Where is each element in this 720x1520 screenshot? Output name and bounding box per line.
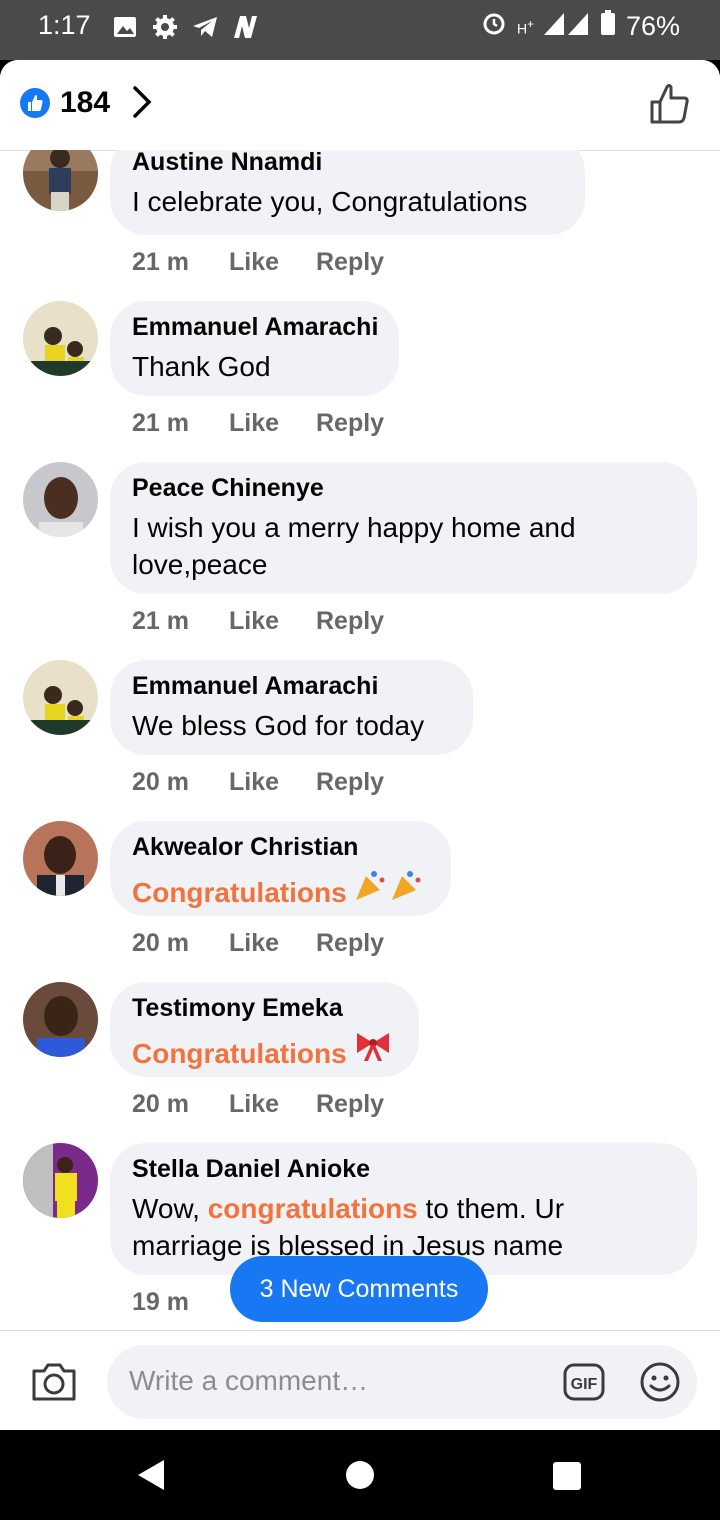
- notification-icons: [112, 14, 258, 40]
- comment-composer: Write a comment… GIF: [0, 1330, 720, 1430]
- like-link[interactable]: Like: [229, 409, 279, 438]
- avatar[interactable]: [23, 821, 98, 896]
- comment-text-line: love,peace: [132, 549, 268, 580]
- home-icon[interactable]: [345, 1460, 375, 1495]
- gif-icon[interactable]: GIF: [563, 1363, 605, 1401]
- comment-text: Thank God: [132, 351, 271, 382]
- alarm-icon: [481, 10, 507, 43]
- avatar[interactable]: [23, 982, 98, 1057]
- comment-time: 20 m: [132, 929, 189, 957]
- navigation-bar: [0, 1430, 720, 1520]
- comment-text-line: Wow, congratulations to them. Ur: [132, 1190, 564, 1227]
- like-link[interactable]: Like: [229, 768, 279, 797]
- n-app-icon: [232, 14, 258, 40]
- comment-author[interactable]: Stella Daniel Anioke: [132, 1155, 370, 1184]
- status-time: 1:17: [38, 10, 91, 40]
- comment-text: Congratulations: [132, 868, 428, 911]
- like-link[interactable]: Like: [229, 607, 279, 636]
- avatar[interactable]: [23, 301, 98, 376]
- comment-author[interactable]: Austine Nnamdi: [132, 150, 322, 177]
- comment-time: 20 m: [132, 768, 189, 796]
- like-link[interactable]: Like: [229, 248, 279, 277]
- recents-icon[interactable]: [552, 1461, 582, 1496]
- like-link[interactable]: Like: [229, 929, 279, 958]
- avatar[interactable]: [23, 150, 98, 211]
- comment-text-prefix: Wow,: [132, 1193, 208, 1224]
- signal-icon: [543, 11, 590, 42]
- avatar[interactable]: [23, 660, 98, 735]
- comment-highlight[interactable]: Congratulations: [132, 1038, 347, 1069]
- battery-percent: 76%: [625, 11, 680, 41]
- party-popper-emoji: [347, 871, 429, 908]
- comment-author[interactable]: Peace Chinenye: [132, 474, 324, 503]
- reply-link[interactable]: Reply: [316, 768, 384, 797]
- camera-icon[interactable]: [30, 1359, 78, 1403]
- comments-sheet: 184 Austine Nnamdi I celebrate you, Cong…: [0, 60, 720, 1430]
- avatar[interactable]: [23, 462, 98, 537]
- telegram-icon: [192, 14, 218, 40]
- comment-time: 21 m: [132, 248, 189, 276]
- comment-author[interactable]: Akwealor Christian: [132, 833, 358, 862]
- comment-time: 19 m: [132, 1288, 189, 1316]
- reply-link[interactable]: Reply: [316, 248, 384, 277]
- comment-bubble[interactable]: Austine Nnamdi I celebrate you, Congratu…: [110, 150, 585, 235]
- comment-bubble[interactable]: Testimony Emeka Congratulations: [110, 982, 419, 1077]
- reply-link[interactable]: Reply: [316, 409, 384, 438]
- comment-placeholder: Write a comment…: [129, 1365, 369, 1396]
- comment-bubble[interactable]: Akwealor Christian Congratulations: [110, 821, 451, 916]
- comment-input[interactable]: Write a comment… GIF: [107, 1345, 697, 1419]
- comment-text: I celebrate you, Congratulations: [132, 186, 528, 217]
- reply-link[interactable]: Reply: [316, 929, 384, 958]
- comment-text: Wow, congratulations to them. Ur marriag…: [132, 1190, 564, 1264]
- comment-text: I wish you a merry happy home and love,p…: [132, 509, 576, 583]
- comment-text-suffix: to them. Ur: [417, 1193, 565, 1224]
- comment-text: We bless God for today: [132, 710, 425, 741]
- comment-text-line: I wish you a merry happy home and: [132, 512, 576, 543]
- comment-highlight[interactable]: congratulations: [208, 1193, 418, 1224]
- ribbon-emoji: [354, 1033, 392, 1069]
- status-right: H+ 76%: [481, 10, 680, 43]
- comment-author[interactable]: Testimony Emeka: [132, 994, 343, 1023]
- reaction-count[interactable]: 184: [60, 86, 110, 120]
- comment-text: Congratulations: [132, 1029, 392, 1072]
- battery-icon: [600, 10, 616, 43]
- comment-list: Austine Nnamdi I celebrate you, Congratu…: [0, 150, 720, 1330]
- reply-link[interactable]: Reply: [316, 1090, 384, 1119]
- thumbs-up-icon[interactable]: [648, 82, 692, 126]
- comment-time: 21 m: [132, 409, 189, 437]
- back-icon[interactable]: [136, 1458, 168, 1497]
- like-link[interactable]: Like: [229, 1090, 279, 1119]
- emoji-icon[interactable]: [639, 1361, 681, 1403]
- chevron-right-icon[interactable]: [128, 84, 158, 120]
- hplus-icon: H+: [517, 17, 534, 37]
- reply-link[interactable]: Reply: [316, 607, 384, 636]
- comment-highlight[interactable]: Congratulations: [132, 877, 347, 908]
- comment-author[interactable]: Emmanuel Amarachi: [132, 672, 378, 701]
- gallery-icon: [112, 14, 138, 40]
- comment-time: 20 m: [132, 1090, 189, 1118]
- new-comments-button[interactable]: 3 New Comments: [230, 1256, 488, 1322]
- like-reaction-icon[interactable]: [20, 88, 50, 118]
- reactions-header: 184: [0, 60, 720, 151]
- comment-bubble[interactable]: Peace Chinenye I wish you a merry happy …: [110, 462, 697, 594]
- comment-bubble[interactable]: Emmanuel Amarachi Thank God: [110, 301, 399, 396]
- comment-time: 21 m: [132, 607, 189, 635]
- comment-bubble[interactable]: Emmanuel Amarachi We bless God for today: [110, 660, 473, 755]
- svg-text:GIF: GIF: [571, 1376, 598, 1393]
- avatar[interactable]: [23, 1143, 98, 1218]
- status-bar: 1:17 H+ 76%: [0, 0, 720, 60]
- comment-author[interactable]: Emmanuel Amarachi: [132, 313, 378, 342]
- settings-icon: [152, 14, 178, 40]
